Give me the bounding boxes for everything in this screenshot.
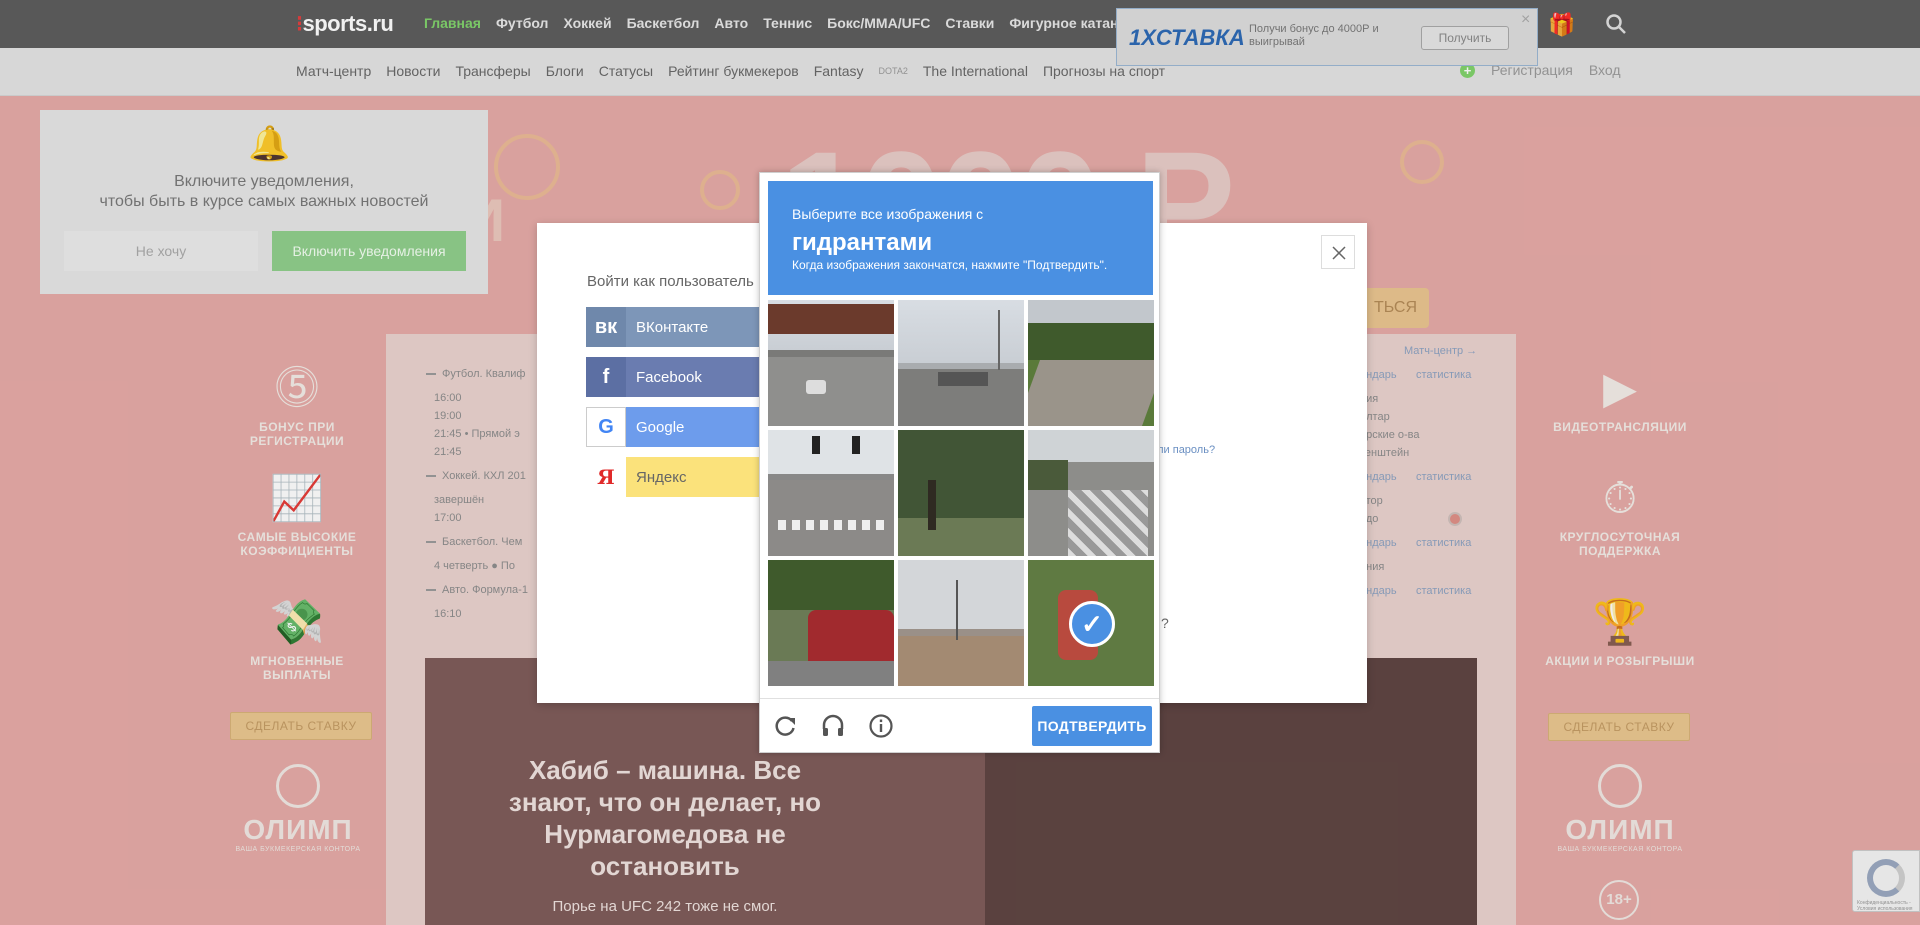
captcha-tile-7[interactable] xyxy=(768,560,894,686)
captcha-tile-1[interactable] xyxy=(768,300,894,426)
google-icon: G xyxy=(586,407,626,447)
captcha-instruction-hint: Когда изображения закончатся, нажмите "П… xyxy=(792,258,1108,272)
yandex-icon: Я xyxy=(586,457,626,497)
reload-icon[interactable] xyxy=(770,711,800,741)
vk-icon: вк xyxy=(586,307,626,347)
question-text: ? xyxy=(1161,615,1169,631)
close-button[interactable] xyxy=(1321,235,1355,269)
captcha-instructions: Выберите все изображения с гидрантами Ко… xyxy=(768,181,1153,295)
verify-button[interactable]: ПОДТВЕРДИТЬ xyxy=(1032,706,1152,746)
forgot-password-link[interactable]: али пароль? xyxy=(1151,444,1215,456)
captcha-tile-5[interactable] xyxy=(898,430,1024,556)
captcha-target-object: гидрантами xyxy=(792,229,933,256)
audio-icon[interactable] xyxy=(818,711,848,741)
info-icon[interactable] xyxy=(866,711,896,741)
close-icon xyxy=(1332,246,1346,260)
recaptcha-challenge: Выберите все изображения с гидрантами Ко… xyxy=(759,172,1160,753)
captcha-tile-3[interactable] xyxy=(1028,300,1154,426)
captcha-tile-2[interactable] xyxy=(898,300,1024,426)
captcha-tile-9-selected[interactable]: ✓ xyxy=(1028,560,1154,686)
login-modal-title: Войти как пользователь xyxy=(587,273,754,290)
captcha-tile-6[interactable] xyxy=(1028,430,1154,556)
selected-check-icon: ✓ xyxy=(1069,601,1115,647)
captcha-tile-4[interactable] xyxy=(768,430,894,556)
captcha-footer-divider xyxy=(760,698,1159,699)
captcha-image-grid: ✓ xyxy=(768,300,1155,687)
captcha-tile-8[interactable] xyxy=(898,560,1024,686)
captcha-instruction-line: Выберите все изображения с xyxy=(792,206,984,222)
facebook-icon: f xyxy=(586,357,626,397)
